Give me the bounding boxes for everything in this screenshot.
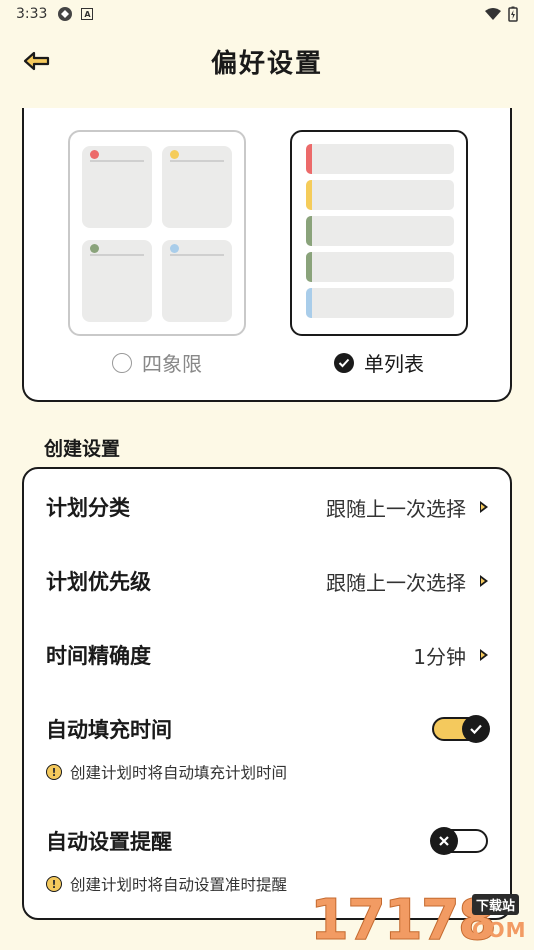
quadrant-option[interactable]: 四象限	[24, 108, 264, 388]
single-list-label: 单列表	[334, 348, 424, 377]
quadrant-dot-red	[90, 150, 99, 159]
radio-unchecked-icon	[112, 352, 132, 373]
quadrant-cell	[162, 240, 232, 322]
auto-reminder-hint: ! 创建计划时将自动设置准时提醒	[46, 873, 287, 895]
create-section-title: 创建设置	[44, 438, 121, 460]
quadrant-dot-blue	[170, 244, 179, 253]
a-notification-icon: A	[81, 8, 94, 20]
quadrant-label: 四象限	[112, 348, 202, 377]
app-notification-icon	[58, 7, 73, 21]
chevron-right-icon	[480, 649, 488, 661]
watermark-domain: COM	[472, 918, 527, 942]
list-preview-row	[306, 288, 454, 318]
auto-fill-time-label: 自动填充时间	[46, 717, 172, 742]
toggle-check-icon	[462, 715, 490, 743]
quadrant-cell	[82, 240, 152, 322]
list-preview-row	[306, 144, 454, 174]
auto-reminder-hint-text: 创建计划时将自动设置准时提醒	[70, 876, 288, 894]
toggle-close-icon	[430, 827, 458, 855]
quadrant-line	[90, 160, 144, 162]
layout-style-card: 四象限 单列表	[22, 108, 512, 402]
back-arrow-icon	[23, 51, 50, 71]
auto-reminder-toggle[interactable]	[430, 827, 488, 855]
single-list-label-text: 单列表	[364, 352, 424, 376]
radio-checked-icon	[334, 352, 354, 373]
wifi-icon	[485, 8, 501, 20]
status-icons-left: A	[57, 6, 94, 22]
quadrant-cell	[82, 146, 152, 228]
watermark-site: 下载站	[472, 894, 520, 915]
chevron-right-icon	[480, 575, 488, 587]
quadrant-cell	[162, 146, 232, 228]
info-icon: !	[46, 764, 62, 780]
status-time: 3:33	[16, 6, 48, 22]
status-bar: 3:33 A	[0, 0, 534, 28]
list-preview	[290, 130, 468, 336]
list-preview-row	[306, 180, 454, 210]
watermark-number: 17178	[310, 888, 498, 950]
quadrant-line	[170, 254, 224, 256]
quadrant-dot-yellow	[170, 150, 179, 159]
back-button[interactable]	[22, 48, 52, 74]
chevron-right-icon	[480, 501, 488, 513]
auto-fill-time-hint: ! 创建计划时将自动填充计划时间	[46, 761, 287, 783]
battery-icon	[508, 6, 518, 22]
plan-category-row[interactable]: 计划分类 跟随上一次选择	[24, 479, 510, 535]
quadrant-label-text: 四象限	[142, 352, 202, 376]
auto-fill-time-row: 自动填充时间	[24, 701, 510, 757]
plan-category-label: 计划分类	[46, 495, 130, 520]
page-title: 偏好设置	[210, 48, 323, 79]
plan-priority-label: 计划优先级	[46, 569, 151, 594]
time-precision-row[interactable]: 时间精确度 1分钟	[24, 627, 510, 683]
list-preview-row	[306, 216, 454, 246]
quadrant-line	[170, 160, 224, 162]
plan-priority-row[interactable]: 计划优先级 跟随上一次选择	[24, 553, 510, 609]
time-precision-label: 时间精确度	[46, 643, 151, 668]
quadrant-dot-green	[90, 244, 99, 253]
info-icon: !	[46, 876, 62, 892]
watermark-logo: 17178 下载站 COM	[310, 888, 534, 950]
plan-category-value: 跟随上一次选择	[326, 496, 466, 521]
auto-reminder-label: 自动设置提醒	[46, 829, 172, 854]
create-settings-card: 计划分类 跟随上一次选择 计划优先级 跟随上一次选择 时间精确度 1分钟 自动填…	[22, 467, 512, 920]
auto-fill-time-hint-text: 创建计划时将自动填充计划时间	[70, 764, 288, 782]
auto-reminder-row: 自动设置提醒	[24, 813, 510, 869]
single-list-option[interactable]: 单列表	[268, 108, 512, 388]
list-preview-row	[306, 252, 454, 282]
auto-fill-time-toggle[interactable]	[432, 715, 490, 743]
quadrant-preview	[68, 130, 246, 336]
header: 偏好设置	[0, 36, 534, 86]
time-precision-value: 1分钟	[413, 644, 466, 669]
quadrant-line	[90, 254, 144, 256]
status-icons-right	[484, 6, 518, 22]
plan-priority-value: 跟随上一次选择	[326, 570, 466, 595]
